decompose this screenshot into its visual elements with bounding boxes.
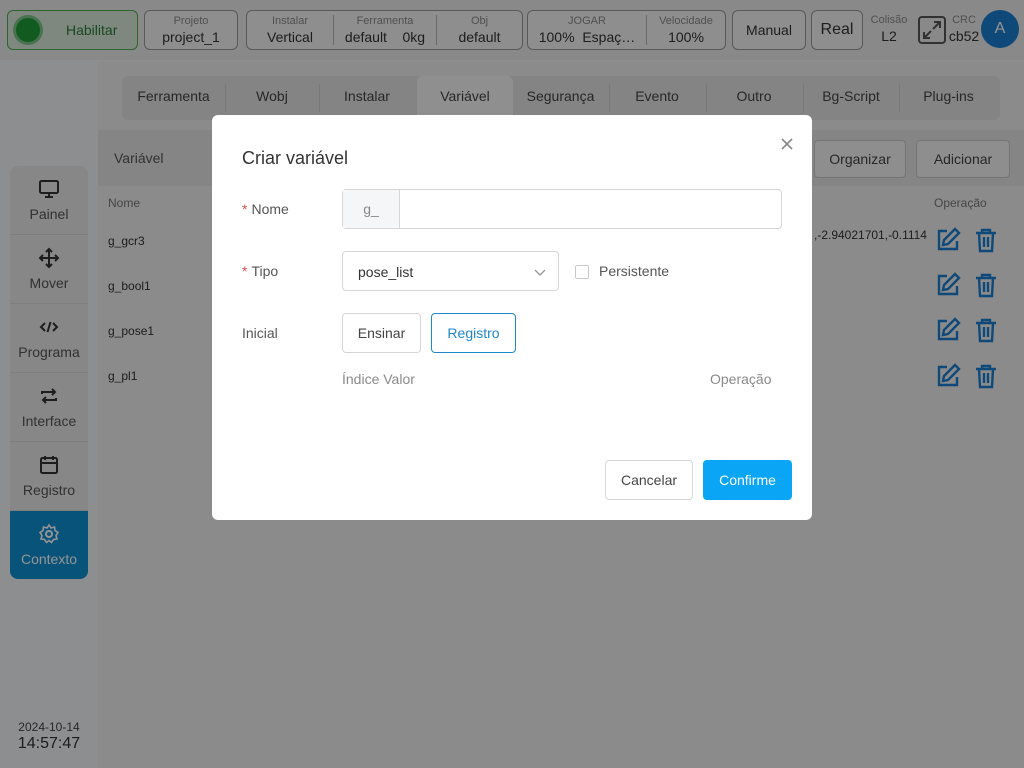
- name-prefix: g_: [343, 190, 400, 228]
- create-variable-dialog: Criar variável * Nome g_ * Tipo pose_list …: [212, 115, 812, 520]
- persistent-label: Persistente: [599, 263, 670, 279]
- record-button[interactable]: Registro: [431, 313, 516, 353]
- name-label: * Nome: [242, 201, 289, 217]
- teach-button[interactable]: Ensinar: [342, 313, 421, 353]
- close-icon[interactable]: [778, 135, 796, 153]
- dialog-title: Criar variável: [242, 148, 349, 168]
- grid-header-index-value: Índice Valor: [342, 371, 415, 387]
- name-field-group: g_: [342, 189, 782, 229]
- type-select[interactable]: pose_list: [342, 251, 559, 291]
- chevron-down-icon: [534, 269, 546, 276]
- persistent-checkbox[interactable]: [575, 265, 589, 279]
- name-input[interactable]: [401, 190, 781, 228]
- type-select-value: pose_list: [358, 264, 414, 280]
- confirm-button[interactable]: Confirme: [703, 460, 792, 500]
- initial-label: Inicial: [242, 325, 278, 341]
- cancel-button[interactable]: Cancelar: [605, 460, 693, 500]
- type-label: * Tipo: [242, 263, 279, 279]
- grid-header-operation: Operação: [710, 371, 772, 387]
